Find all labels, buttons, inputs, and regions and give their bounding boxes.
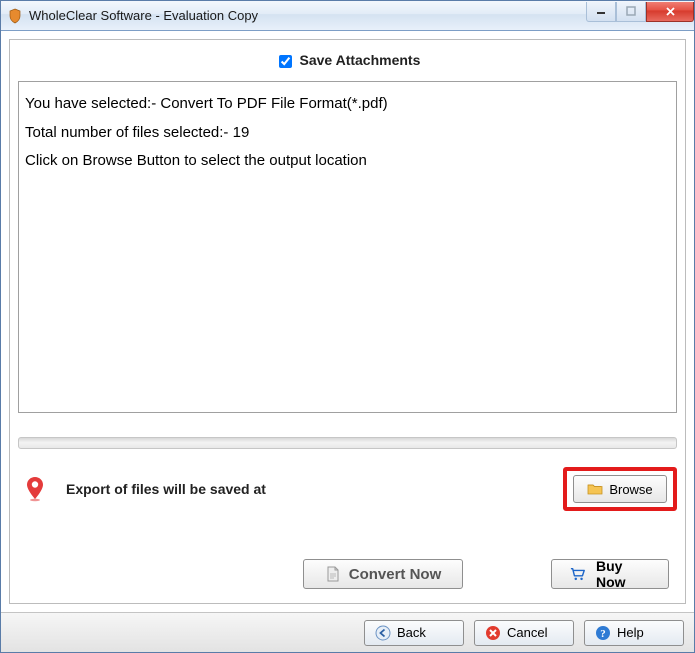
content-frame: Save Attachments You have selected:- Con… <box>9 39 686 604</box>
export-row: Export of files will be saved at Browse <box>18 463 677 515</box>
message-line: Total number of files selected:- 19 <box>25 119 670 148</box>
browse-button[interactable]: Browse <box>573 475 667 503</box>
back-button[interactable]: Back <box>364 620 464 646</box>
help-button-label: Help <box>617 625 644 640</box>
app-window: WholeClear Software - Evaluation Copy Sa… <box>0 0 695 653</box>
convert-now-button[interactable]: Convert Now <box>303 559 463 589</box>
cancel-button[interactable]: Cancel <box>474 620 574 646</box>
back-arrow-icon <box>375 625 391 641</box>
message-box: You have selected:- Convert To PDF File … <box>18 81 677 413</box>
browse-highlight: Browse <box>563 467 677 511</box>
message-line: You have selected:- Convert To PDF File … <box>25 90 670 119</box>
cancel-icon <box>485 625 501 641</box>
convert-now-label: Convert Now <box>349 566 442 583</box>
svg-text:?: ? <box>600 628 606 640</box>
document-icon <box>325 566 341 582</box>
maximize-button[interactable] <box>616 2 646 22</box>
window-controls <box>586 2 694 22</box>
folder-icon <box>587 481 603 497</box>
back-button-label: Back <box>397 625 426 640</box>
cancel-button-label: Cancel <box>507 625 547 640</box>
message-line: Click on Browse Button to select the out… <box>25 147 670 176</box>
progress-bar <box>18 437 677 449</box>
location-pin-icon <box>22 476 48 502</box>
window-title: WholeClear Software - Evaluation Copy <box>29 8 586 23</box>
help-icon: ? <box>595 625 611 641</box>
save-attachments-row: Save Attachments <box>18 48 677 81</box>
save-attachments-label: Save Attachments <box>300 52 421 68</box>
export-label: Export of files will be saved at <box>66 481 563 497</box>
minimize-button[interactable] <box>586 2 616 22</box>
buy-now-label: Buy Now <box>596 558 650 590</box>
close-button[interactable] <box>646 2 694 22</box>
buy-now-button[interactable]: Buy Now <box>551 559 669 589</box>
cart-icon <box>570 566 586 582</box>
help-button[interactable]: ? Help <box>584 620 684 646</box>
browse-button-label: Browse <box>609 482 652 497</box>
action-row: Convert Now Buy Now <box>18 559 677 589</box>
footer-bar: Back Cancel ? Help <box>1 612 694 652</box>
save-attachments-checkbox[interactable] <box>279 55 292 68</box>
titlebar: WholeClear Software - Evaluation Copy <box>1 1 694 31</box>
app-icon <box>7 8 23 24</box>
